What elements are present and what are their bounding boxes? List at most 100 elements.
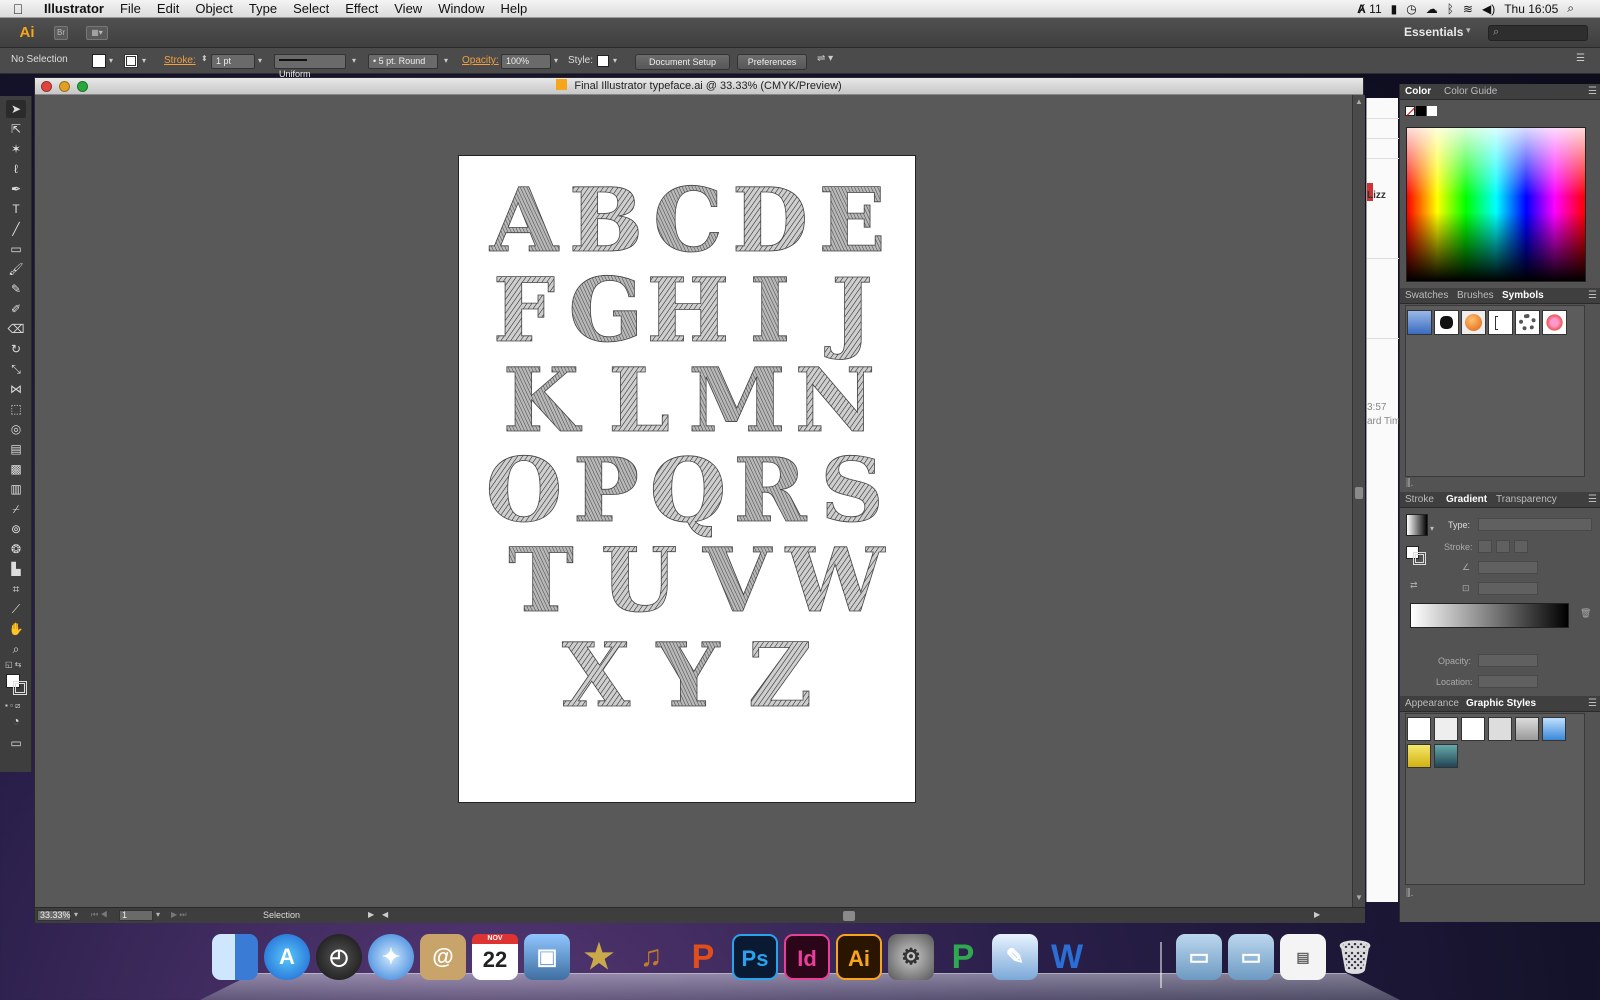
gradient-preview-dropdown-icon[interactable]: ▾ xyxy=(1430,524,1434,533)
dock-applications-folder-icon[interactable]: ▭ xyxy=(1176,934,1222,980)
menubar-clock[interactable]: Thu 16:05 xyxy=(1504,2,1558,16)
tab-symbols[interactable]: Symbols xyxy=(1502,290,1544,301)
letter-n[interactable]: N xyxy=(794,348,875,453)
letter-j[interactable]: J xyxy=(824,258,873,363)
default-colors-icon[interactable]: ◱ ⇆ xyxy=(5,660,21,669)
dock-imovie-icon[interactable]: ★ xyxy=(576,934,622,980)
graphic-style-4[interactable] xyxy=(1488,717,1512,741)
letter-f[interactable]: F xyxy=(492,258,555,363)
stroke-swatch[interactable] xyxy=(124,54,138,68)
letter-q[interactable]: Q xyxy=(649,438,727,543)
zoom-field[interactable]: 33.33% xyxy=(37,910,71,921)
symbol-flower[interactable] xyxy=(1542,310,1567,335)
tab-gradient[interactable]: Gradient xyxy=(1446,494,1487,505)
opacity-label[interactable]: Opacity: xyxy=(462,55,499,66)
time-machine-icon[interactable]: ◷ xyxy=(1406,2,1416,16)
tab-brushes[interactable]: Brushes xyxy=(1457,290,1494,301)
tab-graphic-styles[interactable]: Graphic Styles xyxy=(1466,698,1536,709)
tab-appearance[interactable]: Appearance xyxy=(1405,698,1459,709)
letter-t[interactable]: T xyxy=(508,528,574,633)
letter-k[interactable]: K xyxy=(502,348,583,453)
arrange-documents-button[interactable]: ▦▾ xyxy=(86,26,108,40)
opacity-field[interactable]: 100% xyxy=(501,54,551,69)
reverse-gradient-icon[interactable]: ⇄ xyxy=(1410,580,1418,591)
dock-project-icon[interactable]: P xyxy=(940,934,986,980)
letter-a[interactable]: A xyxy=(488,168,560,273)
slice-tool-icon[interactable]: ⟋ xyxy=(6,600,26,618)
dock-finder-icon[interactable] xyxy=(212,934,258,980)
minimize-window-icon[interactable] xyxy=(59,81,70,92)
symbol-orange-ball[interactable] xyxy=(1461,310,1486,335)
letter-w[interactable]: W xyxy=(784,528,886,633)
letter-d[interactable]: D xyxy=(731,168,808,273)
width-tool-icon[interactable]: ⋈ xyxy=(6,380,26,398)
volume-icon[interactable]: ◀) xyxy=(1482,2,1495,16)
cloud-icon[interactable]: ☁ xyxy=(1426,2,1438,16)
menu-type[interactable]: Type xyxy=(241,0,285,18)
letter-s[interactable]: S xyxy=(820,438,884,543)
scroll-right-icon[interactable]: ▶ xyxy=(1314,910,1320,919)
artboard-dropdown-icon[interactable]: ▾ xyxy=(156,910,160,919)
delete-stop-icon[interactable]: 🗑︎ xyxy=(1580,608,1591,619)
letter-o[interactable]: O xyxy=(485,438,563,543)
dock-garageband-icon[interactable]: ♫ xyxy=(628,934,674,980)
graphic-style-library-menu-icon[interactable]: ⫼. xyxy=(1406,888,1413,899)
dock-illustrator-icon[interactable]: Ai xyxy=(836,934,882,980)
preferences-button[interactable]: Preferences xyxy=(737,54,807,70)
tab-color[interactable]: Color xyxy=(1405,86,1431,97)
blend-tool-icon[interactable]: ⊚ xyxy=(6,520,26,538)
letter-m[interactable]: M xyxy=(688,348,786,453)
chevron-down-icon[interactable]: ▾ xyxy=(1466,25,1471,36)
letter-c[interactable]: C xyxy=(653,168,724,273)
dock-contacts-icon[interactable]: @ xyxy=(420,934,466,980)
gradient-tool-icon[interactable]: ▥ xyxy=(6,480,26,498)
pencil-tool-icon[interactable]: ✎ xyxy=(6,280,26,298)
dock-preview-icon[interactable]: ✎ xyxy=(992,934,1038,980)
gradient-angle-field[interactable] xyxy=(1478,561,1538,574)
scroll-left-icon[interactable]: ◀ xyxy=(382,910,388,919)
gradient-location-field[interactable] xyxy=(1478,675,1538,688)
vertical-scrollbar[interactable]: ▲ ▼ xyxy=(1352,95,1365,907)
lasso-tool-icon[interactable]: ℓ xyxy=(6,160,26,178)
panel-menu-icon[interactable]: ☰ xyxy=(1588,86,1597,97)
scroll-up-icon[interactable]: ▲ xyxy=(1355,97,1363,106)
style-dropdown-icon[interactable]: ▾ xyxy=(613,56,617,65)
apple-icon[interactable]:  xyxy=(0,1,36,17)
close-window-icon[interactable] xyxy=(41,81,52,92)
stroke-weight-field[interactable]: 1 pt xyxy=(211,54,255,69)
alphabet-artwork[interactable]: A B C D E F G H I J K L M N O P Q R S T U V W X Y Z xyxy=(459,156,917,804)
symbol-bracket[interactable] xyxy=(1488,310,1513,335)
menu-file[interactable]: File xyxy=(112,0,149,18)
shape-builder-tool-icon[interactable]: ◎ xyxy=(6,420,26,438)
eyedropper-tool-icon[interactable]: ⌿ xyxy=(6,500,26,518)
menu-edit[interactable]: Edit xyxy=(149,0,187,18)
letter-e[interactable]: E xyxy=(818,168,886,273)
fill-swatch[interactable] xyxy=(92,54,106,68)
horizontal-scroll-thumb[interactable] xyxy=(843,911,855,921)
screen-mode-icon[interactable]: ▭ xyxy=(6,734,26,752)
selection-tool-icon[interactable]: ➤ xyxy=(6,100,26,118)
artboard[interactable]: ABCDE FGHIJ KLMN OPQRS TUVW XYZ xyxy=(458,155,916,803)
letter-h[interactable]: H xyxy=(646,258,730,363)
gradient-slider[interactable] xyxy=(1410,603,1569,628)
dock-dashboard-icon[interactable]: ◴ xyxy=(316,934,362,980)
spotlight-icon[interactable]: ⌕ xyxy=(1567,1,1574,16)
menu-effect[interactable]: Effect xyxy=(337,0,386,18)
zoom-tool-icon[interactable]: ⌕ xyxy=(6,640,26,658)
blob-brush-tool-icon[interactable]: ✐ xyxy=(6,300,26,318)
zoom-dropdown-icon[interactable]: ▾ xyxy=(74,910,78,919)
symbol-library-menu-icon[interactable]: ⫼. xyxy=(1406,478,1413,489)
dock-safari-icon[interactable]: ✦ xyxy=(368,934,414,980)
magic-wand-tool-icon[interactable]: ✶ xyxy=(6,140,26,158)
symbol-sprayer-tool-icon[interactable]: ❂ xyxy=(6,540,26,558)
eraser-tool-icon[interactable]: ⌫ xyxy=(6,320,26,338)
rectangle-tool-icon[interactable]: ▭ xyxy=(6,240,26,258)
letter-u[interactable]: U xyxy=(600,528,678,633)
brush-select[interactable]: • 5 pt. Round xyxy=(368,54,438,69)
letter-r[interactable]: R xyxy=(733,438,808,543)
graphic-style-swatch[interactable] xyxy=(597,55,609,67)
letter-l[interactable]: L xyxy=(608,348,671,453)
gradient-opacity-field[interactable] xyxy=(1478,654,1538,667)
gradient-stroke-box[interactable] xyxy=(1413,552,1426,565)
panel-menu-icon[interactable]: ☰ xyxy=(1588,494,1597,505)
